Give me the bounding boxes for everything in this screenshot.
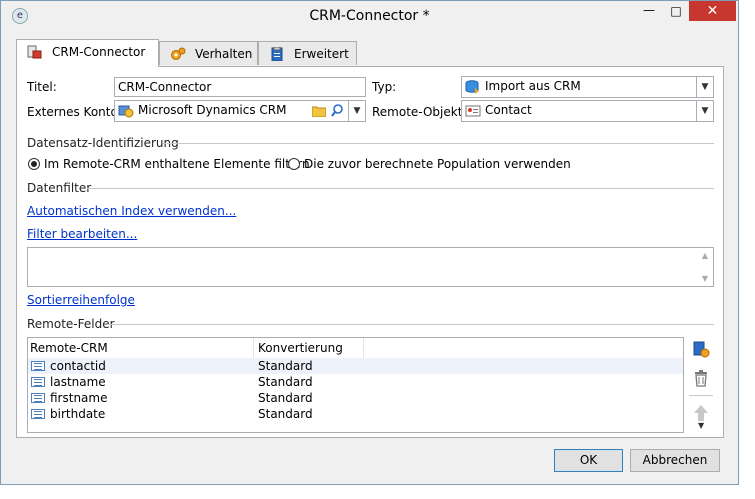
remote-objekt-label: Remote-Objekt: [372,105,467,119]
edit-filter-link[interactable]: Filter bearbeiten... [27,227,137,241]
filter-text-area[interactable]: ▲ ▼ [27,247,714,287]
tab-label: Erweitert [294,47,349,61]
database-icon [465,80,479,94]
divider [87,188,714,189]
tab-label: CRM-Connector [52,45,146,59]
field-list-icon [31,393,45,403]
table-header: Remote-CRM Konvertierung [28,338,683,359]
field-list-icon [31,409,45,419]
tab-verhalten[interactable]: Verhalten [159,41,258,65]
divider [107,324,714,325]
datenfilter-heading: Datenfilter [27,181,92,195]
scroll-down-icon[interactable]: ▼ [697,274,713,283]
crm-connector-icon [27,45,42,59]
tab-label: Verhalten [195,47,253,61]
radio-use-population[interactable] [288,158,300,170]
column-header-konvertierung[interactable]: Konvertierung [258,341,343,355]
divider [163,143,714,144]
tab-crm-connector[interactable]: CRM-Connector [16,39,159,67]
titel-input[interactable]: CRM-Connector [114,77,366,97]
typ-select[interactable]: Import aus CRM ▼ [461,76,714,98]
more-tools-icon[interactable]: ▼ [698,421,704,430]
search-icon[interactable] [331,104,344,118]
auto-index-link[interactable]: Automatischen Index verwenden... [27,204,236,218]
ok-button[interactable]: OK [554,449,623,472]
konto-select[interactable]: Microsoft Dynamics CRM ▼ [114,100,366,122]
tab-erweitert[interactable]: Erweitert [258,41,357,65]
move-up-icon[interactable] [692,404,710,422]
field-name: lastname [50,375,106,389]
titel-label: Titel: [27,80,57,94]
table-row[interactable]: lastname Standard [28,374,683,390]
scroll-up-icon[interactable]: ▲ [697,251,713,260]
column-divider[interactable] [253,338,254,358]
remote-objekt-value: Contact [485,103,532,117]
cancel-button[interactable]: Abbrechen [630,449,720,472]
chevron-down-icon[interactable]: ▼ [696,77,713,97]
field-list-icon [31,377,45,387]
field-name: firstname [50,391,108,405]
field-list-icon [31,361,45,371]
option-use-population-label: Die zuvor berechnete Population verwende… [304,157,571,171]
trash-icon[interactable] [692,369,710,387]
field-conversion: Standard [258,359,313,373]
sort-order-link[interactable]: Sortierreihenfolge [27,293,135,307]
toolbar-divider [689,395,713,396]
scrollbar[interactable]: ▲ ▼ [697,248,713,286]
field-conversion: Standard [258,407,313,421]
table-row[interactable]: contactid Standard [28,358,683,374]
typ-value: Import aus CRM [485,79,581,93]
gears-icon [171,47,186,60]
option-filter-remote-label: Im Remote-CRM enthaltene Elemente filter… [44,157,310,171]
radio-filter-remote[interactable] [28,158,40,170]
add-field-icon[interactable] [692,340,710,358]
close-button[interactable]: ✕ [689,1,736,21]
table-row[interactable]: firstname Standard [28,390,683,406]
contact-card-icon [465,105,481,117]
folder-icon[interactable] [312,105,326,117]
column-divider[interactable] [363,338,364,358]
field-name: contactid [50,359,106,373]
chevron-down-icon[interactable]: ▼ [348,101,365,121]
dialog-window: e CRM-Connector * — □ ✕ CRM-Connector Ve… [0,0,739,485]
external-account-icon [118,105,134,118]
clipboard-icon [271,47,283,61]
title-bar: e CRM-Connector * — □ ✕ [1,1,738,31]
field-conversion: Standard [258,391,313,405]
minimize-button[interactable]: — [635,1,663,21]
window-title: CRM-Connector * [309,8,430,24]
remote-objekt-select[interactable]: Contact ▼ [461,100,714,122]
remote-fields-heading: Remote-Felder [27,317,115,331]
chevron-down-icon[interactable]: ▼ [696,101,713,121]
field-name: birthdate [50,407,106,421]
konto-value: Microsoft Dynamics CRM [138,103,287,117]
maximize-button[interactable]: □ [663,1,689,21]
typ-label: Typ: [372,80,397,94]
table-row[interactable]: birthdate Standard [28,406,683,422]
radio-dot [31,161,37,167]
identification-heading: Datensatz-Identifizierung [27,136,179,150]
konto-label: Externes Konto: [27,105,122,119]
field-conversion: Standard [258,375,313,389]
column-header-remote-crm[interactable]: Remote-CRM [30,341,108,355]
remote-fields-table: Remote-CRM Konvertierung contactid Stand… [27,337,684,433]
